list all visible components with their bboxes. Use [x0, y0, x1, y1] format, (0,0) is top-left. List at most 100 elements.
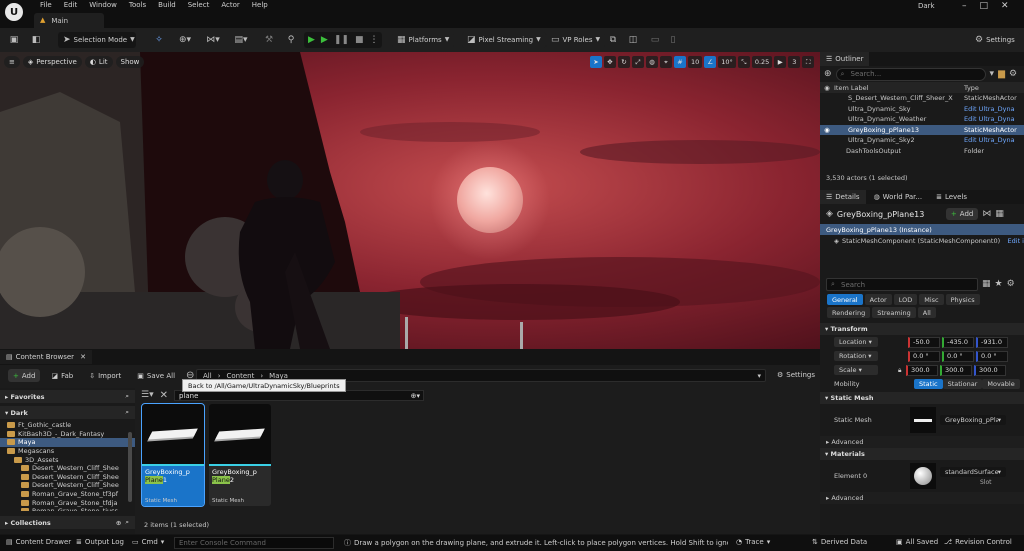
grid-snap-value[interactable]: 10 [688, 56, 703, 68]
rotation-dropdown[interactable]: Rotation ▾ [834, 351, 878, 361]
material-thumbnail[interactable] [910, 463, 936, 489]
play-step-icon[interactable]: ▶ [321, 35, 328, 45]
outliner-row[interactable]: Ultra_Dynamic_Sky Edit Ultra_Dyna [820, 104, 1024, 115]
perspective-button[interactable]: ◈ Perspective [22, 56, 82, 68]
rotation-z[interactable]: 0.0 ° [976, 350, 1008, 362]
folder-tree-item[interactable]: 3D_Assets [0, 455, 135, 464]
folder-tree-item[interactable]: Desert_Western_Cliff_Shee [0, 473, 135, 482]
folder-tree-item[interactable]: Desert_Western_Cliff_Shee [0, 464, 135, 473]
play-options-icon[interactable]: ⋮ [369, 35, 378, 45]
tab-main[interactable]: ▲ Main [34, 13, 104, 28]
grid-icon[interactable]: ▦ [995, 209, 1004, 219]
component-row[interactable]: ◈ StaticMeshComponent (StaticMeshCompone… [820, 235, 1024, 246]
camera-speed-value[interactable]: 3 [788, 56, 801, 68]
folder-tree-item[interactable]: Roman_Grave_Stone_tiuss [0, 507, 135, 511]
static-mesh-thumbnail[interactable] [910, 407, 936, 433]
outliner-row[interactable]: ◉ GreyBoxing_pPlane13 StaticMeshActor [820, 124, 1024, 135]
details-search-input[interactable]: ⌕ Search [826, 278, 978, 291]
maximize-icon[interactable]: □ [980, 1, 989, 11]
details-filter-all[interactable]: All [917, 307, 936, 318]
outliner-row-type[interactable]: Edit Ultra_Dyna [964, 105, 1019, 113]
level-viewport[interactable] [0, 52, 820, 349]
chevron-down-icon[interactable]: ▾ [757, 372, 761, 380]
clear-search-icon[interactable]: ✕ [160, 390, 168, 401]
gear-icon[interactable]: ⚙ [1009, 69, 1017, 79]
folder-tree-item[interactable]: Maya [0, 438, 135, 447]
blueprint-icon[interactable]: ⋈▾ [204, 32, 222, 48]
outliner-row[interactable]: Ultra_Dynamic_Sky2 Edit Ultra_Dyna [820, 135, 1024, 146]
menu-edit[interactable]: Edit [58, 1, 84, 9]
folder-tree-item[interactable]: Ft_Gothic_castle [0, 421, 135, 430]
scale-z[interactable]: 300.0 [974, 364, 1006, 376]
search-options-icon[interactable]: ⊕▾ [411, 392, 420, 400]
visibility-icon[interactable]: ◉ [820, 126, 834, 134]
filter-icon[interactable]: ▾ [990, 69, 995, 79]
maximize-viewport-icon[interactable]: ⛶ [802, 56, 815, 68]
details-filter-rendering[interactable]: Rendering [827, 307, 871, 318]
save-icon[interactable]: ▣ [8, 32, 20, 48]
tab-details[interactable]: ☰ Details [820, 190, 866, 204]
menu-window[interactable]: Window [83, 1, 123, 9]
scale-x[interactable]: 300.0 [906, 364, 938, 376]
mobility-static[interactable]: Static [914, 378, 943, 389]
close-icon[interactable]: ✕ [1001, 1, 1009, 11]
trace-dropdown[interactable]: ◔ Trace ▾ [736, 538, 770, 546]
lit-button[interactable]: ◐ Lit [84, 56, 113, 68]
menu-help[interactable]: Help [246, 1, 274, 9]
advanced-expander-1[interactable]: ▸ Advanced [820, 436, 1024, 448]
new-folder-icon[interactable]: ▆ [998, 69, 1005, 79]
rotation-x[interactable]: 0.0 ° [908, 350, 940, 362]
play-icon[interactable]: ▶ [308, 35, 315, 45]
scale-dropdown[interactable]: Scale ▾ [834, 365, 878, 375]
folder-tree-item[interactable]: Desert_Western_Cliff_Shee [0, 481, 135, 490]
actor-name[interactable]: GreyBoxing_pPlane13 [837, 210, 942, 219]
outliner-row[interactable]: Ultra_Dynamic_Weather Edit Ultra_Dyna [820, 114, 1024, 125]
outliner-row-type[interactable]: Edit Ultra_Dyna [964, 115, 1019, 123]
selection-mode-dropdown[interactable]: ➤ Selection Mode ▼ [58, 32, 136, 48]
build-icon[interactable]: ⚒ [262, 32, 276, 48]
location-z[interactable]: -931.0 [976, 336, 1008, 348]
column-item-label[interactable]: Item Label [834, 84, 964, 92]
project-root-header[interactable]: ▾ Dark ⌕ [0, 406, 135, 419]
cb-settings-button[interactable]: ⚙ Settings [772, 368, 820, 382]
tab-content-browser[interactable]: ▤ Content Browser ✕ [0, 350, 92, 364]
search-icon[interactable]: ⌕ [125, 408, 129, 417]
details-filter-physics[interactable]: Physics [945, 294, 980, 305]
output-log-button[interactable]: ≣ Output Log [76, 538, 124, 546]
scale-snap-value[interactable]: 0.25 [751, 56, 773, 68]
details-filter-streaming[interactable]: Streaming [872, 307, 916, 318]
surface-snap-icon[interactable]: ⌖ [660, 56, 672, 68]
grid-snap-icon[interactable]: # [674, 56, 686, 68]
menu-select[interactable]: Select [182, 1, 216, 9]
translate-icon[interactable]: ✥ [604, 56, 616, 68]
menu-tools[interactable]: Tools [123, 1, 152, 9]
source-control-icon[interactable]: ⧉ [606, 32, 620, 48]
settings-dropdown[interactable]: ⚙ Settings [970, 32, 1020, 48]
details-filter-lod[interactable]: LOD [893, 294, 918, 305]
search-icon[interactable]: ⌕ [125, 392, 129, 401]
derived-data-button[interactable]: ⇅ Derived Data [812, 538, 867, 546]
menu-actor[interactable]: Actor [215, 1, 245, 9]
scale-snap-icon[interactable]: ⤡ [737, 56, 750, 68]
vr-icon[interactable]: ▭ [648, 32, 662, 48]
camera-speed-icon[interactable]: ▶ [774, 56, 787, 68]
cinematics-icon[interactable]: ▤▾ [232, 32, 250, 48]
fab-button[interactable]: ◪ Fab [46, 369, 78, 382]
tablet-icon[interactable]: ▯ [666, 32, 680, 48]
mobility-movable[interactable]: Movable [982, 378, 1020, 389]
viewport-menu-button[interactable]: ≡ [4, 56, 20, 68]
show-button[interactable]: Show [115, 56, 145, 68]
mobility-stationary[interactable]: Stationar [942, 378, 983, 389]
world-icon[interactable]: ◍ [646, 56, 658, 68]
pixel-streaming-dropdown[interactable]: ◪ Pixel Streaming ▼ [462, 32, 546, 48]
menu-file[interactable]: File [34, 1, 58, 9]
modeling-icon[interactable]: ✧ [152, 32, 166, 48]
snap-icon[interactable]: ⚲ [284, 32, 298, 48]
component-edit-link[interactable]: Edit i [1008, 237, 1024, 245]
save-all-button[interactable]: ▣ Save All [132, 369, 180, 382]
menu-build[interactable]: Build [152, 1, 182, 9]
camera-icon[interactable]: ◫ [626, 32, 640, 48]
materials-section-header[interactable]: ▾ Materials [820, 448, 1024, 460]
rotation-snap-icon[interactable]: ∠ [704, 56, 717, 68]
folder-tree-item[interactable]: Megascans [0, 447, 135, 456]
